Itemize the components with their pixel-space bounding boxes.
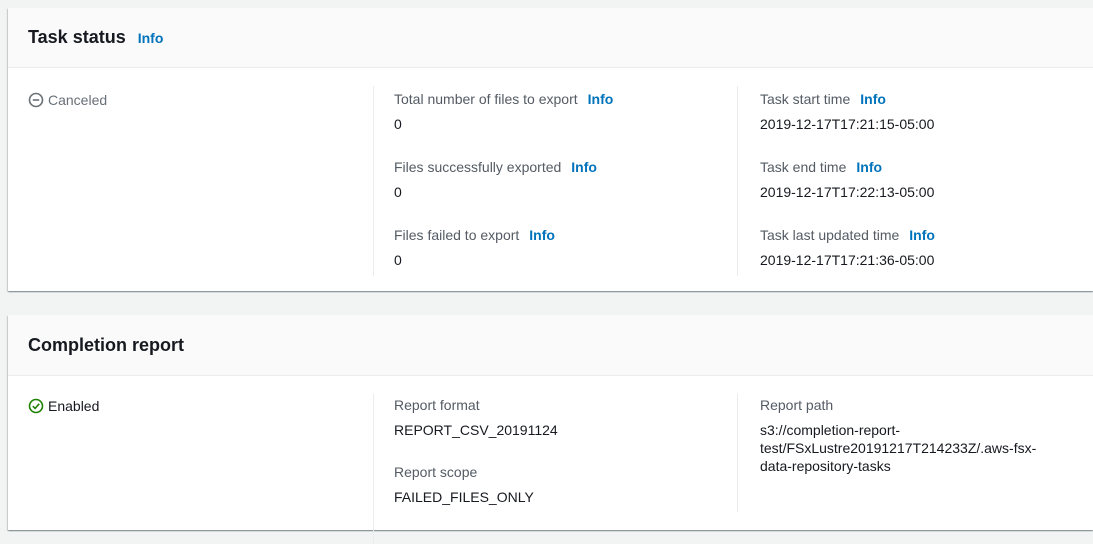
report-format-label: Report format	[394, 397, 480, 413]
report-format-value: REPORT_CSV_20191124	[394, 422, 558, 438]
updated-time-field: Task last updated time Info 2019-12-17T17…	[760, 225, 935, 269]
enabled-status: Enabled	[28, 398, 99, 414]
total-files-info-link[interactable]: Info	[588, 91, 614, 107]
task-status-panel: Task status Info Canceled Total number o…	[8, 8, 1093, 291]
report-path-field: Report path s3://completion-report- test…	[760, 395, 1036, 475]
start-time-value: 2019-12-17T17:21:15-05:00	[760, 116, 935, 132]
report-path-label: Report path	[760, 397, 834, 413]
updated-time-info-link[interactable]: Info	[909, 227, 935, 243]
check-circle-icon	[28, 398, 44, 414]
updated-time-label: Task last updated time Info	[760, 225, 935, 245]
report-path-line: s3://completion-report-	[760, 422, 901, 438]
report-path-value: s3://completion-report- test/FSxLustre20…	[760, 421, 1036, 475]
task-status-header: Task status Info	[8, 8, 1093, 68]
status-text: Enabled	[48, 398, 100, 414]
total-files-label-text: Total number of files to export	[394, 91, 578, 107]
task-status-title: Task status	[28, 27, 126, 47]
start-time-label: Task start time Info	[760, 89, 934, 109]
end-time-value: 2019-12-17T17:22:13-05:00	[760, 184, 935, 200]
completion-report-header: Completion report	[8, 315, 1093, 376]
end-time-label: Task end time Info	[760, 157, 934, 177]
success-files-label-text: Files successfully exported	[394, 159, 562, 175]
success-files-label: Files successfully exported Info	[394, 157, 597, 177]
completion-report-body: Enabled Report format REPORT_CSV_2019112…	[8, 376, 1093, 544]
task-status-body: Canceled Total number of files to export…	[8, 68, 1093, 290]
report-scope-field: Report scope FAILED_FILES_ONLY	[394, 462, 534, 506]
report-scope-value: FAILED_FILES_ONLY	[394, 489, 534, 505]
end-time-info-link[interactable]: Info	[856, 159, 882, 175]
failed-files-value: 0	[394, 252, 402, 268]
total-files-label: Total number of files to export Info	[394, 89, 613, 109]
end-time-label-text: Task end time	[760, 159, 847, 175]
success-files-info-link[interactable]: Info	[571, 159, 597, 175]
report-path-line: data-repository-tasks	[760, 458, 891, 474]
failed-files-info-link[interactable]: Info	[529, 227, 555, 243]
column-divider	[373, 394, 374, 544]
updated-time-label-text: Task last updated time	[760, 227, 900, 243]
task-status-info-link[interactable]: Info	[138, 30, 164, 46]
updated-time-value: 2019-12-17T17:21:36-05:00	[760, 252, 935, 268]
success-files-field: Files successfully exported Info 0	[394, 157, 597, 201]
column-divider	[737, 86, 738, 276]
total-files-field: Total number of files to export Info 0	[394, 89, 613, 133]
start-time-label-text: Task start time	[760, 91, 851, 107]
canceled-status: Canceled	[28, 92, 107, 108]
report-path-line: test/FSxLustre20191217T214233Z/.aws-fsx-	[760, 440, 1037, 456]
failed-files-label: Files failed to export Info	[394, 225, 555, 245]
report-scope-label: Report scope	[394, 464, 478, 480]
column-divider	[737, 394, 738, 512]
success-files-value: 0	[394, 184, 402, 200]
start-time-info-link[interactable]: Info	[860, 91, 886, 107]
total-files-value: 0	[394, 116, 402, 132]
column-divider	[373, 86, 374, 276]
status-text: Canceled	[48, 92, 108, 108]
failed-files-field: Files failed to export Info 0	[394, 225, 555, 269]
end-time-field: Task end time Info 2019-12-17T17:22:13-05…	[760, 157, 934, 201]
canceled-icon	[28, 92, 44, 108]
report-format-field: Report format REPORT_CSV_20191124	[394, 395, 558, 439]
start-time-field: Task start time Info 2019-12-17T17:21:15-…	[760, 89, 934, 133]
completion-report-panel: Completion report Enabled Report format …	[8, 315, 1093, 544]
completion-report-title: Completion report	[28, 334, 184, 355]
failed-files-label-text: Files failed to export	[394, 227, 520, 243]
